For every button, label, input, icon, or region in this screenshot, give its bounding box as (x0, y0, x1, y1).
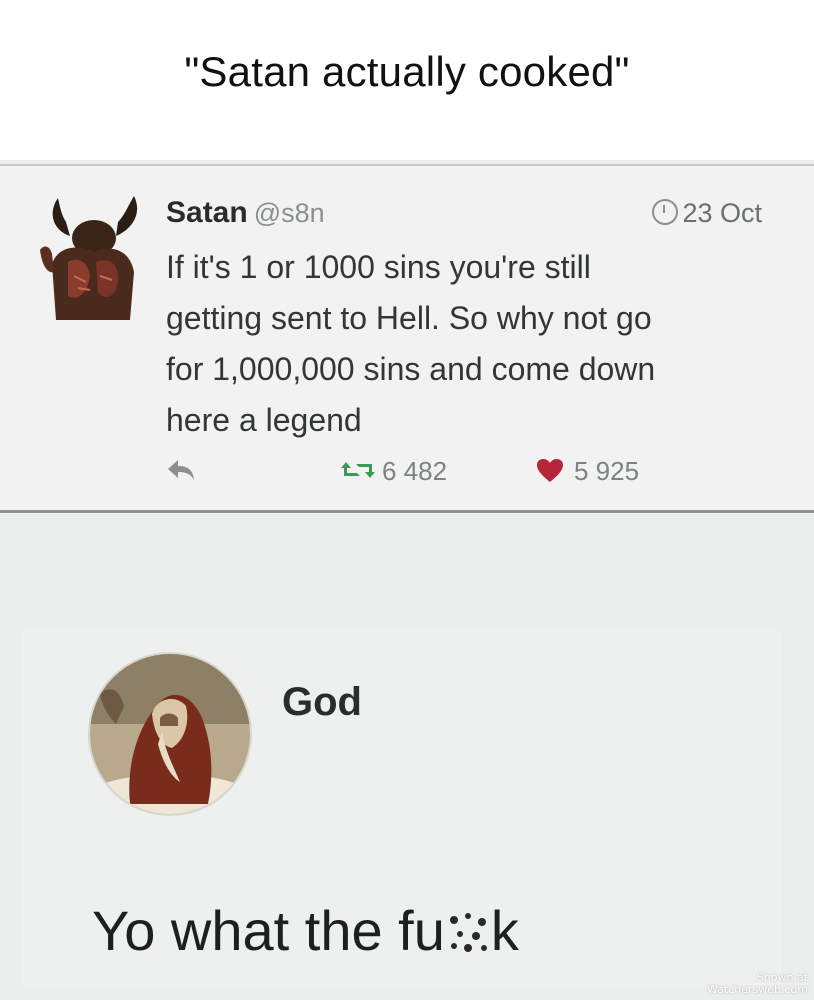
god-avatar-image (90, 654, 250, 814)
watermark-line: Watchersweb.com (706, 983, 808, 996)
censor-sparkle-icon (449, 913, 487, 952)
tweet-actions: 6 482 5 925 (166, 454, 726, 494)
meme-caption: "Satan actually cooked" (184, 48, 630, 95)
heart-icon[interactable] (536, 458, 564, 484)
tweet-timestamp[interactable]: 23 Oct (652, 198, 762, 229)
tweet-author-name[interactable]: Satan (166, 196, 248, 229)
reply-text-end: k (490, 899, 519, 962)
satan-avatar[interactable] (38, 192, 142, 320)
tweet-header: Satan @s8n 23 Oct (166, 196, 766, 236)
reply-author-name[interactable]: God (282, 680, 362, 725)
reply-text-start: Yo what the fu (92, 899, 445, 962)
timestamp-text: 23 Oct (682, 198, 762, 228)
tweet-text-line: If it's 1 or 1000 sins you're still (166, 249, 591, 285)
retweet-icon[interactable] (340, 458, 376, 482)
retweet-count: 6 482 (382, 456, 448, 486)
reply-text: Yo what the fu k (92, 898, 519, 963)
watermark: Shown at Watchersweb.com (707, 972, 808, 996)
god-avatar[interactable] (88, 652, 252, 816)
clock-icon (652, 199, 679, 225)
tweet-text-line: here a legend (166, 402, 362, 438)
tweet-text-line: for 1,000,000 sins and come down (166, 351, 656, 387)
screenshot-photo: Satan @s8n 23 Oct If it's 1 or 1000 sins … (0, 160, 814, 1000)
tweet-text-line: getting sent to Hell. So why not go (166, 300, 652, 336)
like-count: 5 925 (574, 456, 640, 486)
reply-icon[interactable] (166, 458, 196, 482)
tweet-text: If it's 1 or 1000 sins you're still gett… (166, 242, 766, 446)
tweet-author-handle[interactable]: @s8n (254, 198, 325, 228)
tweet-divider (0, 510, 814, 513)
tweet-card[interactable]: Satan @s8n 23 Oct If it's 1 or 1000 sins … (0, 166, 814, 514)
